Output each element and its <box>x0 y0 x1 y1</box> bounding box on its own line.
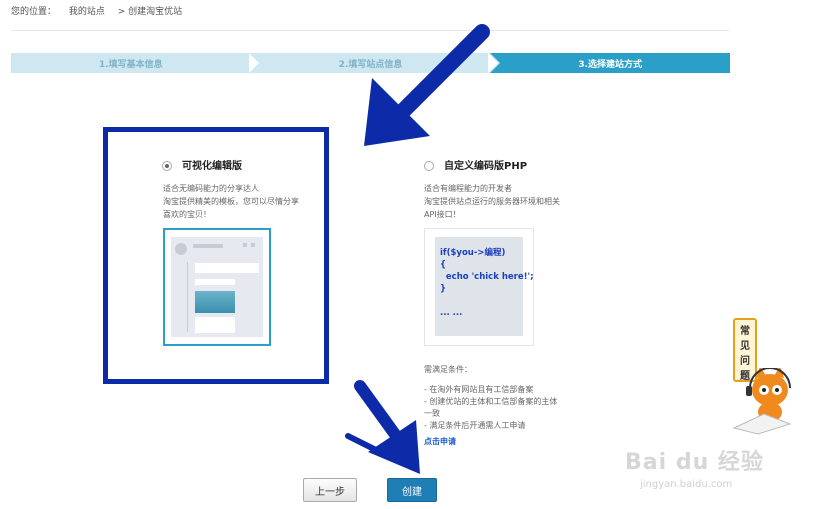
option-visual-desc: 适合无编码能力的分享达人 淘宝提供精美的模板，您可以尽情分享 喜欢的宝贝！ <box>163 182 299 221</box>
image-placeholder <box>195 291 235 313</box>
create-button[interactable]: 创建 <box>387 478 437 502</box>
watermark-logo: Bai du 经验 <box>625 450 764 475</box>
faq-char: 问 <box>740 356 750 367</box>
option-visual[interactable]: 可视化编辑版 <box>162 157 242 172</box>
dot-placeholder <box>243 243 247 247</box>
code-line: if($you->编程) <box>440 248 506 258</box>
desc-line: API接口！ <box>424 210 461 219</box>
step-1-label: 1.填写基本信息 <box>98 59 163 70</box>
watermark-url: jingyan.baidu.com <box>640 479 733 490</box>
breadcrumb: 您的位置： 我的站点 > 创建淘宝优站 <box>11 4 192 17</box>
desc-line: 淘宝提供站点运行的服务器环境和相关 <box>424 197 560 206</box>
faq-char: 见 <box>740 341 750 352</box>
condition-item: 一致 <box>424 409 440 418</box>
mascot-icon[interactable] <box>730 368 796 436</box>
code-sample: if($you->编程) { echo 'chick here!';}​... .… <box>440 247 533 319</box>
desc-line: 淘宝提供精美的模板，您可以尽情分享 <box>163 197 299 206</box>
dot-placeholder <box>251 243 255 247</box>
desc-line: 喜欢的宝贝！ <box>163 210 211 219</box>
code-line: ... ... <box>440 308 463 318</box>
desc-line: 适合无编码能力的分享达人 <box>163 184 259 193</box>
radio-visual[interactable] <box>162 161 172 171</box>
card-placeholder <box>195 263 259 273</box>
option-code-title: 自定义编码版PHP <box>444 161 528 172</box>
code-line: { <box>440 260 447 270</box>
condition-item: - 在淘外有网站且有工信部备案 <box>424 385 534 394</box>
code-template-preview[interactable]: if($you->编程) { echo 'chick here!';}​... .… <box>424 228 534 346</box>
card-placeholder <box>195 317 235 333</box>
step-3: 3.选择建站方式 <box>490 53 731 73</box>
step-3-label: 3.选择建站方式 <box>578 59 643 70</box>
arrow-annotation-top <box>364 24 490 146</box>
radio-code[interactable] <box>424 161 434 171</box>
condition-item: - 创建优站的主体和工信部备案的主体 <box>424 397 558 406</box>
code-line: } <box>440 284 447 294</box>
visual-template-preview[interactable] <box>163 228 271 346</box>
line-placeholder <box>193 244 223 248</box>
timeline-line <box>187 262 188 332</box>
breadcrumb-item-create: > 创建淘宝优站 <box>117 7 183 17</box>
desc-line: 适合有编程能力的开发者 <box>424 184 512 193</box>
conditions-list: - 在淘外有网站且有工信部备案 - 创建优站的主体和工信部备案的主体 一致 - … <box>424 384 557 432</box>
arrow-shaft <box>390 24 490 124</box>
option-code-desc: 适合有编程能力的开发者 淘宝提供站点运行的服务器环境和相关 API接口！ <box>424 182 560 221</box>
prev-button[interactable]: 上一步 <box>303 478 357 502</box>
faq-char: 常 <box>740 326 750 337</box>
arrow-annotation-bottom <box>345 380 420 474</box>
breadcrumb-item-my-sites[interactable]: 我的站点 <box>69 7 105 17</box>
option-visual-title: 可视化编辑版 <box>182 161 242 172</box>
code-line: ​ <box>440 295 533 307</box>
step-1: 1.填写基本信息 <box>11 53 261 73</box>
card-placeholder <box>195 279 235 285</box>
code-line: echo 'chick here!'; <box>440 272 534 282</box>
condition-item: - 满足条件后开通需人工申请 <box>424 421 526 430</box>
option-code[interactable]: 自定义编码版PHP <box>424 157 527 172</box>
breadcrumb-label: 您的位置： <box>11 7 57 17</box>
conditions-title: 需满足条件： <box>424 365 472 374</box>
avatar-placeholder <box>175 243 187 255</box>
